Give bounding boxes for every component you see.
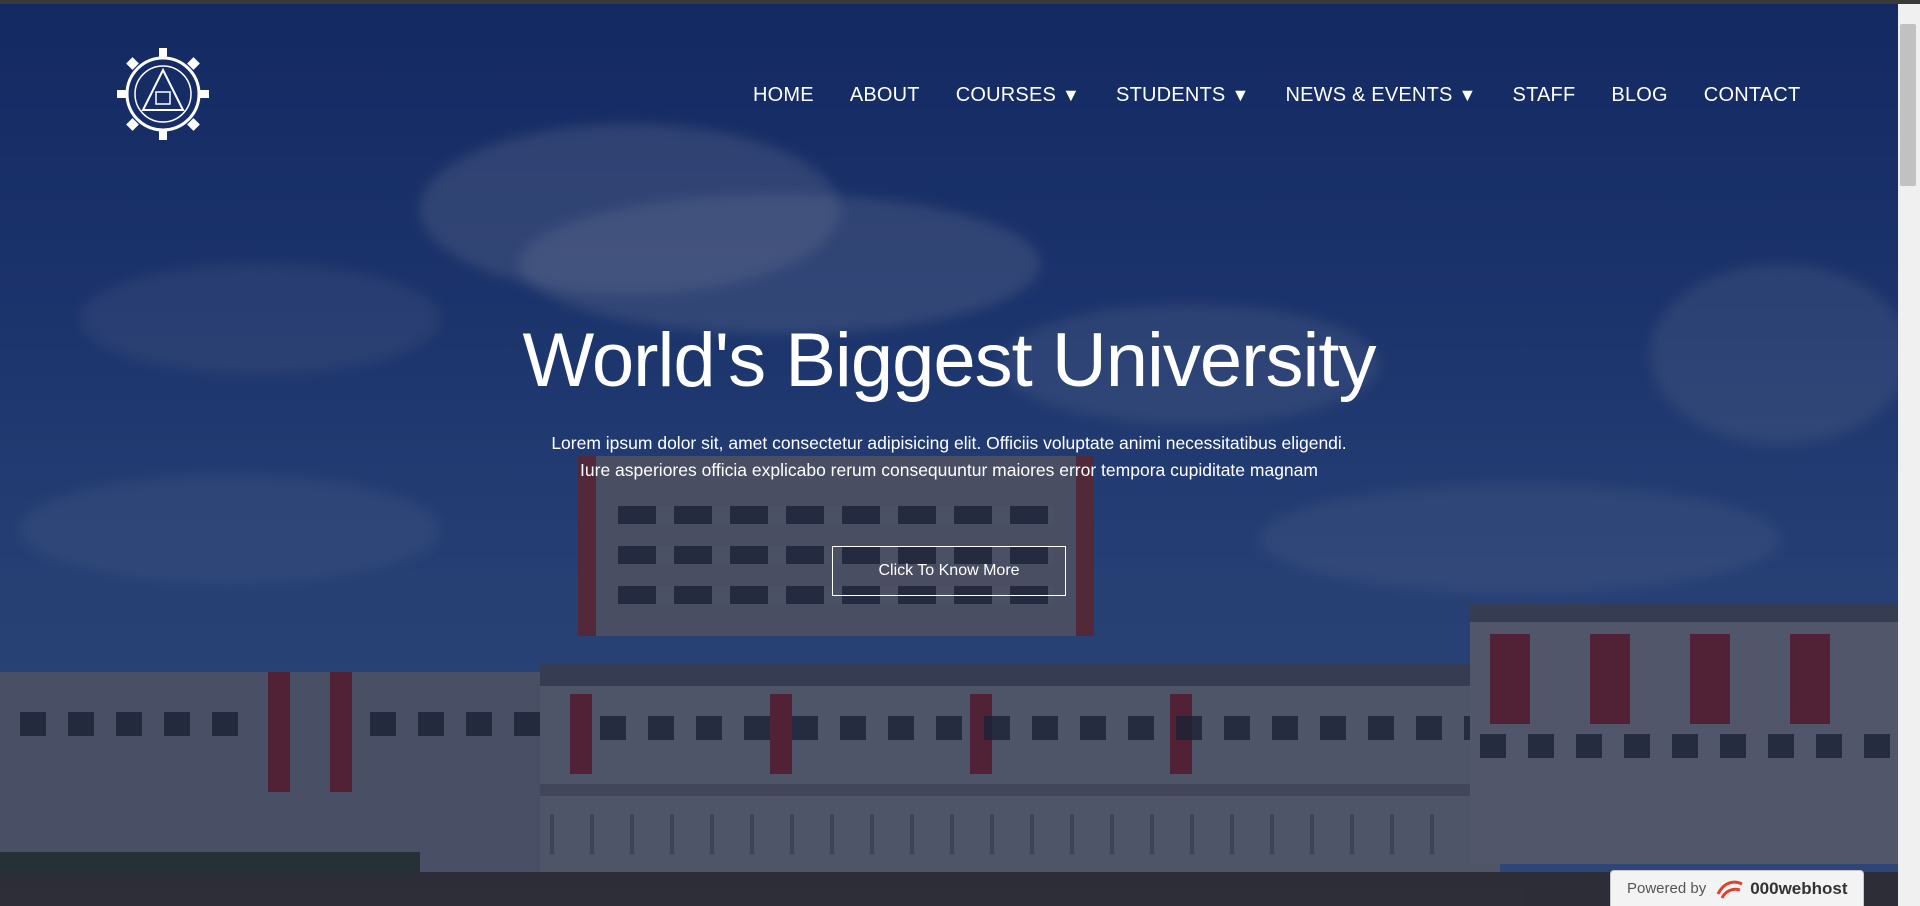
hero-description-line: Iure asperiores officia explicabo rerum … (580, 460, 1318, 480)
dropdown-caret-icon: ▼ (1062, 85, 1081, 105)
know-more-button[interactable]: Click To Know More (832, 546, 1066, 596)
nav-label: STUDENTS (1116, 84, 1226, 106)
nav-label: ABOUT (849, 84, 920, 106)
webhost-logo-icon (1716, 880, 1743, 899)
browser-top-edge (0, 0, 1920, 4)
nav-item-home[interactable]: HOME (753, 80, 814, 110)
nav-label: COURSES (955, 84, 1057, 106)
nav-label: BLOG (1611, 84, 1668, 106)
institute-gear-emblem-icon (117, 48, 209, 140)
nav-item-contact[interactable]: CONTACT (1704, 80, 1801, 110)
nav-item-about[interactable]: ABOUT (850, 80, 920, 110)
powered-by-badge[interactable]: Powered by 000webhost (1610, 870, 1864, 906)
hero-description: Lorem ipsum dolor sit, amet consectetur … (0, 430, 1898, 484)
site-logo[interactable] (113, 44, 213, 144)
nav-item-courses[interactable]: COURSES ▼ (956, 80, 1080, 110)
hero-title: World's Biggest University (522, 318, 1377, 403)
scrollbar-thumb[interactable] (1900, 24, 1916, 186)
nav-item-students[interactable]: STUDENTS ▼ (1116, 80, 1249, 110)
hero-description-line: Lorem ipsum dolor sit, amet consectetur … (551, 433, 1347, 453)
main-nav: HOME ABOUT COURSES ▼ STUDENTS ▼ NEWS & EVE… (753, 80, 1800, 110)
nav-item-staff[interactable]: STAFF (1513, 80, 1576, 110)
badge-brand: 000webhost (1750, 878, 1848, 898)
dropdown-caret-icon: ▼ (1458, 85, 1477, 105)
dropdown-caret-icon: ▼ (1231, 85, 1250, 105)
nav-label: HOME (753, 84, 814, 106)
nav-item-blog[interactable]: BLOG (1611, 80, 1667, 110)
badge-prefix: Powered by (1627, 880, 1707, 897)
nav-label: NEWS & EVENTS (1285, 84, 1453, 106)
nav-label: STAFF (1512, 84, 1576, 106)
nav-item-news-events[interactable]: NEWS & EVENTS ▼ (1285, 80, 1476, 110)
nav-label: CONTACT (1703, 84, 1801, 106)
page-scrollbar[interactable] (1898, 4, 1920, 906)
